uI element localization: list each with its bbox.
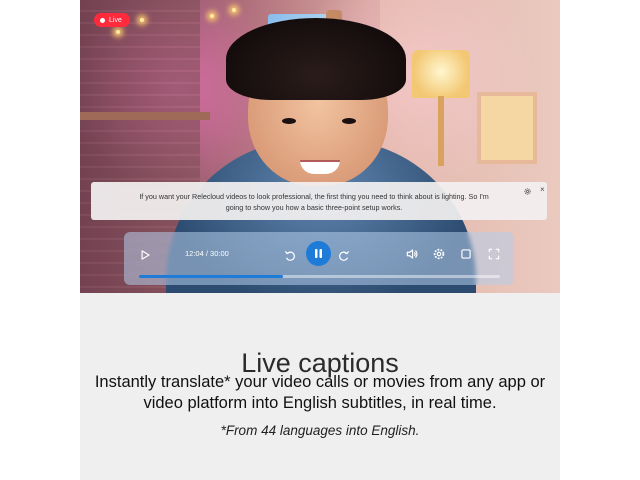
caption-text: If you want your Relecloud videos to loo… <box>139 192 489 212</box>
fullscreen-icon[interactable] <box>487 247 501 261</box>
string-light <box>116 30 120 34</box>
close-caption-button[interactable]: × <box>540 185 545 195</box>
promo-panel: Live If you want your Relecloud videos t… <box>80 0 560 480</box>
live-badge: Live <box>94 13 130 27</box>
play-icon[interactable] <box>138 248 152 262</box>
gear-icon[interactable] <box>523 187 532 196</box>
picture-frame <box>477 92 537 164</box>
person-eye <box>342 118 356 124</box>
rewind-icon[interactable] <box>283 249 297 263</box>
progress-bar[interactable] <box>139 275 500 278</box>
video-frame: Live If you want your Relecloud videos t… <box>80 0 560 293</box>
live-label: Live <box>109 16 122 24</box>
picture-in-picture-icon[interactable] <box>459 247 473 261</box>
progress-fill <box>139 275 284 278</box>
lamp <box>412 50 470 98</box>
footnote: *From 44 languages into English. <box>220 423 420 438</box>
person-hair <box>226 18 406 100</box>
person-eye <box>282 118 296 124</box>
string-light <box>232 8 236 12</box>
description-text: Instantly translate* your video calls or… <box>94 373 546 412</box>
volume-icon[interactable] <box>405 247 419 261</box>
media-controls: 12:04 / 30:00 <box>124 232 514 285</box>
lamp-stand <box>438 96 444 166</box>
string-light <box>140 18 144 22</box>
live-caption-box: If you want your Relecloud videos to loo… <box>91 182 547 220</box>
string-light <box>210 14 214 18</box>
pause-icon <box>315 249 322 258</box>
live-dot-icon <box>100 17 105 23</box>
forward-icon[interactable] <box>337 249 351 263</box>
pause-button[interactable] <box>306 241 331 266</box>
time-display: 12:04 / 30:00 <box>185 249 229 258</box>
shelf <box>80 112 210 120</box>
gear-icon[interactable] <box>432 247 446 261</box>
